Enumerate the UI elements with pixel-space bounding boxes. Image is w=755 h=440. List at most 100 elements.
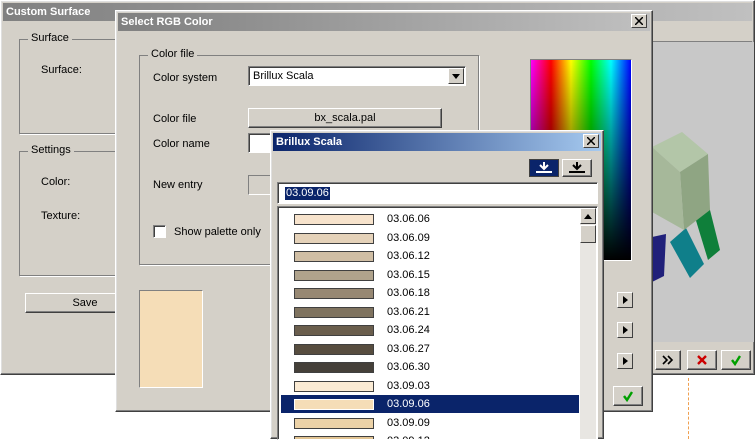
color-system-value: Brillux Scala (253, 70, 314, 82)
palette-row[interactable]: 03.06.09 (281, 229, 579, 247)
ok-button[interactable] (721, 350, 751, 370)
color-code: 03.06.27 (387, 342, 430, 355)
color-swatch (294, 269, 374, 281)
arrow-up-icon (584, 213, 592, 219)
new-entry-label: New entry (153, 179, 203, 191)
color-swatch (294, 417, 374, 429)
palette-row[interactable]: 03.06.24 (281, 321, 579, 339)
palette-search-value: 03.09.06 (285, 187, 330, 200)
scroll-right-button-3[interactable] (617, 353, 633, 369)
scroll-thumb[interactable] (580, 225, 596, 243)
green-check-icon (623, 391, 634, 402)
palette-scrollbar[interactable] (580, 208, 596, 439)
palette-row[interactable]: 03.06.12 (281, 247, 579, 265)
palette-row[interactable]: 03.09.09 (281, 414, 579, 432)
close-icon (635, 17, 643, 25)
color-swatch (294, 343, 374, 355)
color-name-label: Color name (153, 138, 210, 150)
show-palette-checkbox[interactable] (153, 225, 166, 238)
color-file-group-title: Color file (148, 48, 198, 60)
export-button[interactable] (562, 159, 592, 177)
palette-window: Brillux Scala 03.09.06 03.06.06 03.06.09 0… (270, 130, 604, 440)
red-x-icon (697, 355, 707, 365)
scroll-up-button[interactable] (580, 208, 596, 224)
settings-group-title: Settings (28, 144, 74, 156)
palette-close-button[interactable] (583, 134, 599, 148)
palette-row[interactable]: 03.09.03 (281, 377, 579, 395)
color-code: 03.06.15 (387, 268, 430, 281)
color-code: 03.06.18 (387, 287, 430, 299)
cancel-button[interactable] (687, 350, 717, 370)
color-code: 03.06.21 (387, 305, 430, 318)
arrow-right-icon (622, 357, 628, 365)
palette-titlebar[interactable]: Brillux Scala (273, 133, 601, 151)
color-swatch (294, 436, 374, 439)
arrow-right-icon (622, 296, 628, 304)
color-swatch (294, 288, 374, 299)
rgb-dialog-titlebar[interactable]: Select RGB Color (118, 13, 650, 31)
show-palette-label: Show palette only (174, 226, 261, 238)
import-button[interactable] (529, 159, 559, 177)
palette-list[interactable]: 03.06.06 03.06.09 03.06.12 03.06.15 03.06.18… (277, 206, 598, 440)
color-code: 03.06.06 (387, 213, 430, 225)
palette-search-input[interactable]: 03.09.06 (277, 182, 598, 204)
color-code: 03.09.09 (387, 416, 430, 429)
color-swatch (294, 362, 374, 373)
color-name-field[interactable] (248, 133, 272, 153)
color-swatch (294, 214, 374, 225)
close-icon (587, 137, 595, 145)
texture-label: Texture: (41, 210, 81, 222)
settings-group: Settings Color: Texture: (19, 144, 119, 276)
green-check-icon (731, 355, 742, 366)
rgb-ok-button[interactable] (613, 386, 643, 406)
surface-group-title: Surface (28, 32, 72, 44)
surface-group: Surface Surface: (19, 32, 119, 134)
palette-row[interactable]: 03.06.18 (281, 284, 579, 302)
color-code: 03.09.12 (387, 434, 430, 439)
palette-row[interactable]: 03.06.27 (281, 340, 579, 358)
palette-row[interactable]: 03.06.21 (281, 303, 579, 321)
save-button-label: Save (72, 297, 98, 309)
chevron-down-icon (452, 73, 460, 79)
color-swatch (294, 306, 374, 318)
custom-surface-title: Custom Surface (6, 6, 91, 18)
color-system-dropdown-button[interactable] (448, 68, 464, 84)
surface-label: Surface: (41, 64, 82, 76)
color-code: 03.06.09 (387, 231, 430, 244)
preview-frame (651, 41, 754, 342)
color-label: Color: (41, 176, 71, 188)
selected-color-swatch (139, 290, 203, 388)
color-code: 03.09.06 (387, 398, 430, 410)
color-system-select[interactable]: Brillux Scala (248, 66, 466, 86)
double-chevron-right-icon (662, 355, 674, 365)
color-swatch (294, 232, 374, 244)
palette-row[interactable]: 03.06.15 (281, 266, 579, 284)
scroll-right-button-2[interactable] (617, 322, 633, 338)
color-code: 03.06.24 (387, 324, 430, 336)
color-code: 03.06.30 (387, 361, 430, 373)
color-code: 03.06.12 (387, 250, 430, 262)
cube-preview (652, 42, 754, 342)
palette-row[interactable]: 03.06.30 (281, 358, 579, 376)
rgb-dialog-title: Select RGB Color (121, 16, 213, 28)
color-file-button[interactable]: bx_scala.pal (248, 108, 442, 128)
download-icon (569, 162, 585, 173)
download-icon (536, 162, 552, 173)
color-swatch (294, 325, 374, 336)
color-code: 03.09.03 (387, 379, 430, 392)
color-file-label: Color file (153, 113, 197, 125)
new-entry-field[interactable] (248, 175, 272, 195)
scroll-right-button-1[interactable] (617, 292, 633, 308)
palette-row[interactable]: 03.09.06 (281, 395, 579, 413)
rgb-dialog-close-button[interactable] (631, 14, 647, 28)
palette-title: Brillux Scala (276, 136, 343, 148)
guide-line (688, 378, 689, 439)
color-swatch (294, 380, 374, 392)
color-swatch (294, 399, 374, 410)
forward-button[interactable] (655, 350, 681, 370)
color-file-value: bx_scala.pal (314, 112, 376, 124)
palette-row[interactable]: 03.06.06 (281, 210, 579, 228)
color-swatch (294, 251, 374, 262)
arrow-right-icon (622, 326, 628, 334)
color-system-label: Color system (153, 72, 218, 84)
